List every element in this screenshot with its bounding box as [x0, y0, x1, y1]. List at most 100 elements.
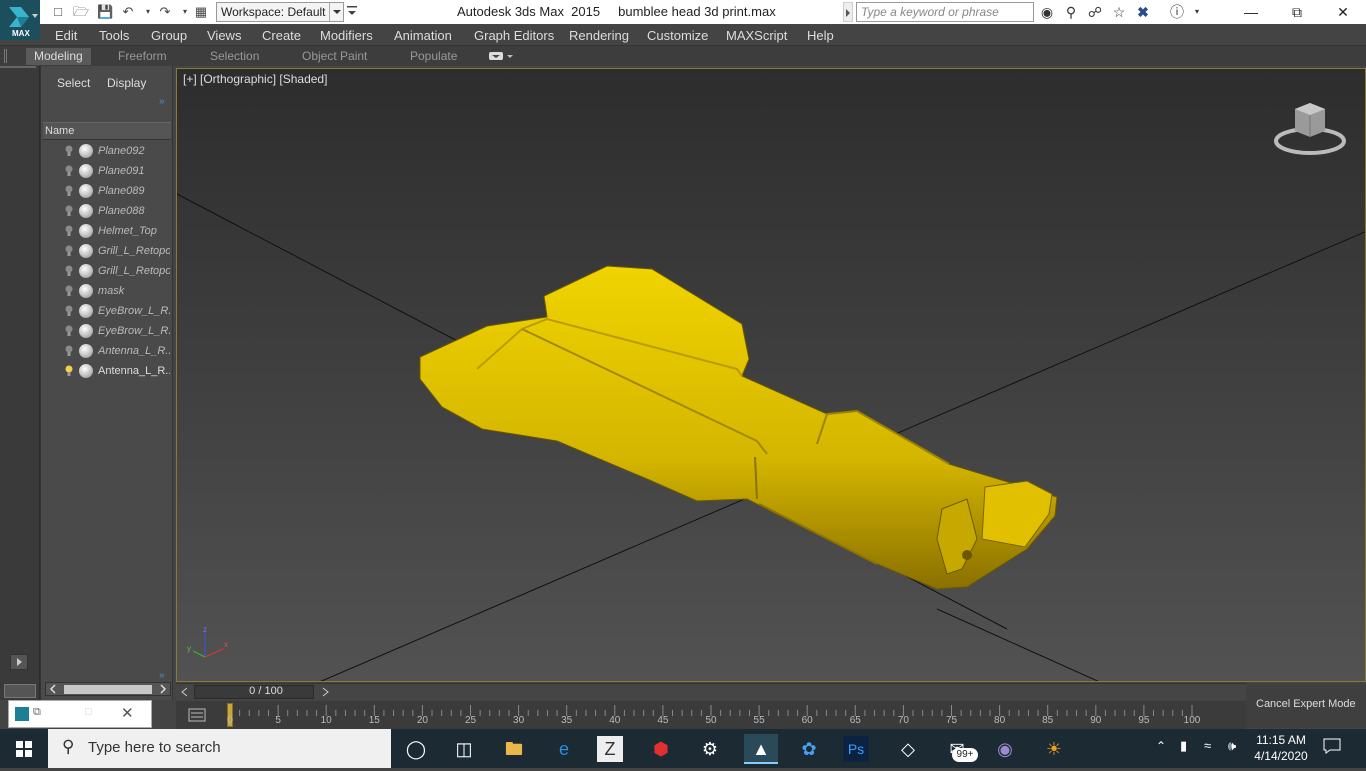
- time-slider[interactable]: 0 / 100: [176, 683, 1246, 700]
- visibility-bulb-icon[interactable]: [65, 265, 73, 277]
- tab-populate[interactable]: Populate: [402, 48, 465, 65]
- start-button[interactable]: [0, 729, 48, 768]
- visibility-bulb-icon[interactable]: [65, 225, 73, 237]
- file-explorer-icon[interactable]: 🖿: [499, 734, 529, 764]
- time-prev-icon[interactable]: [178, 686, 192, 698]
- camera-app-icon[interactable]: ✿: [794, 734, 824, 764]
- cortana-icon[interactable]: ◯: [401, 734, 431, 764]
- visibility-bulb-icon[interactable]: [65, 185, 73, 197]
- task-view-icon[interactable]: ◫: [449, 734, 479, 764]
- autodesk-exchange-icon[interactable]: ✖: [1134, 3, 1152, 21]
- explorer-horizontal-scrollbar[interactable]: [45, 682, 171, 696]
- new-file-icon[interactable]: □: [50, 4, 66, 20]
- zbrush-icon[interactable]: Z: [597, 736, 623, 762]
- ribbon-grip[interactable]: [4, 49, 7, 63]
- floating-minimized-window[interactable]: ⧉ □ ✕: [8, 700, 152, 728]
- search-input[interactable]: Type a keyword or phrase: [856, 2, 1034, 22]
- visibility-bulb-icon[interactable]: [65, 165, 73, 177]
- explorer-expand-icon[interactable]: »: [159, 96, 165, 107]
- menu-rendering[interactable]: Rendering: [569, 28, 629, 43]
- visibility-bulb-icon[interactable]: [65, 365, 73, 377]
- menu-animation[interactable]: Animation: [394, 28, 452, 43]
- curve-editor-icon[interactable]: [188, 707, 206, 723]
- menu-modifiers[interactable]: Modifiers: [320, 28, 373, 43]
- restore-mini-icon[interactable]: ⧉: [33, 706, 41, 719]
- photoshop-icon[interactable]: Ps: [843, 736, 869, 762]
- visibility-bulb-icon[interactable]: [65, 285, 73, 297]
- open-file-icon[interactable]: 🗁: [73, 4, 89, 20]
- search-expand-icon[interactable]: [843, 2, 853, 22]
- visibility-bulb-icon[interactable]: [65, 305, 73, 317]
- explorer-tab-select[interactable]: Select: [57, 76, 90, 90]
- volume-icon[interactable]: 🕪: [1228, 738, 1236, 754]
- visibility-bulb-icon[interactable]: [65, 325, 73, 337]
- list-item[interactable]: Plane092: [43, 142, 171, 162]
- undo-icon[interactable]: ↶: [120, 4, 136, 20]
- menu-views[interactable]: Views: [207, 28, 241, 43]
- list-item[interactable]: Plane089: [43, 182, 171, 202]
- menu-create[interactable]: Create: [262, 28, 301, 43]
- help-dropdown-icon[interactable]: ▾: [1188, 3, 1206, 21]
- list-item[interactable]: mask: [43, 282, 171, 302]
- tab-freeform[interactable]: Freeform: [110, 48, 175, 65]
- explorer-tab-display[interactable]: Display: [107, 76, 146, 90]
- list-item[interactable]: Grill_L_Retopo: [43, 242, 171, 262]
- menu-customize[interactable]: Customize: [647, 28, 708, 43]
- workspace-dropdown[interactable]: Workspace: Default: [216, 2, 344, 22]
- track-bar[interactable]: 0 5 10 15 20 25 30 35 40 45 50 55 60 65 70 75 80 85 90 95 10…: [176, 701, 1246, 729]
- help-icon[interactable]: ⓘ: [1168, 3, 1186, 21]
- cancel-expert-mode-button[interactable]: Cancel Expert Mode: [1246, 684, 1366, 728]
- undo-dropdown-icon[interactable]: ▾: [140, 4, 156, 20]
- restore-icon[interactable]: ⧉: [1274, 0, 1320, 24]
- tab-selection[interactable]: Selection: [202, 48, 267, 65]
- menu-graph-editors[interactable]: Graph Editors: [474, 28, 554, 43]
- communication-center-icon[interactable]: ☍: [1086, 3, 1104, 21]
- list-item[interactable]: Antenna_L_R...: [43, 362, 171, 382]
- visibility-bulb-icon[interactable]: [65, 345, 73, 357]
- tab-object-paint[interactable]: Object Paint: [294, 48, 375, 65]
- tab-modeling[interactable]: Modeling: [26, 48, 91, 65]
- list-item[interactable]: Plane091: [43, 162, 171, 182]
- close-icon[interactable]: ✕: [1320, 0, 1366, 24]
- redo-dropdown-icon[interactable]: ▾: [177, 4, 193, 20]
- key-icon[interactable]: ⚲: [1062, 3, 1080, 21]
- substance-icon[interactable]: ⬢: [646, 734, 676, 764]
- action-center-icon[interactable]: [1322, 737, 1342, 755]
- wifi-icon[interactable]: ≈: [1204, 738, 1211, 753]
- close-mini-icon[interactable]: ✕: [121, 704, 134, 722]
- list-item[interactable]: Grill_L_Retopo: [43, 262, 171, 282]
- menu-group[interactable]: Group: [151, 28, 187, 43]
- list-item[interactable]: EyeBrow_L_R...: [43, 302, 171, 322]
- 3ds-max-taskbar-icon[interactable]: ▲: [744, 734, 778, 764]
- menu-edit[interactable]: Edit: [55, 28, 77, 43]
- edge-icon[interactable]: e: [549, 734, 579, 764]
- tray-expand-icon[interactable]: ⌃: [1156, 739, 1166, 753]
- list-item[interactable]: Plane088: [43, 202, 171, 222]
- maximize-mini-icon[interactable]: □: [85, 706, 92, 718]
- ribbon-options-icon[interactable]: [488, 50, 514, 62]
- binoculars-icon[interactable]: ◉: [1038, 3, 1056, 21]
- list-item[interactable]: Helmet_Top: [43, 222, 171, 242]
- expand-panel-button[interactable]: [10, 654, 28, 670]
- view-cube[interactable]: [1273, 99, 1347, 159]
- list-item[interactable]: Antenna_L_R...: [43, 342, 171, 362]
- visibility-bulb-icon[interactable]: [65, 205, 73, 217]
- quick-access-dropdown-icon[interactable]: [346, 4, 358, 18]
- viewport-orthographic[interactable]: [+] [Orthographic] [Shaded] z x y: [176, 68, 1366, 682]
- browser-icon[interactable]: ◉: [990, 734, 1020, 764]
- media-app-icon[interactable]: ☀: [1039, 734, 1069, 764]
- visibility-bulb-icon[interactable]: [65, 245, 73, 257]
- list-item[interactable]: EyeBrow_L_R...: [43, 322, 171, 342]
- taskbar-search-box[interactable]: ⚲ Type here to search: [48, 729, 391, 768]
- unity-icon[interactable]: ◇: [893, 734, 923, 764]
- scrollbar-thumb[interactable]: [64, 685, 152, 694]
- explorer-collapse-icon[interactable]: »: [159, 670, 165, 681]
- viewport-layout-button[interactable]: [4, 684, 36, 698]
- battery-icon[interactable]: ▮: [1180, 738, 1187, 754]
- time-next-icon[interactable]: [318, 686, 332, 698]
- menu-maxscript[interactable]: MAXScript: [726, 28, 787, 43]
- save-icon[interactable]: 💾: [97, 4, 113, 20]
- name-column-header[interactable]: Name: [43, 122, 171, 140]
- project-folder-icon[interactable]: ▦: [193, 4, 209, 20]
- yellow-3d-model[interactable]: [419, 265, 1058, 590]
